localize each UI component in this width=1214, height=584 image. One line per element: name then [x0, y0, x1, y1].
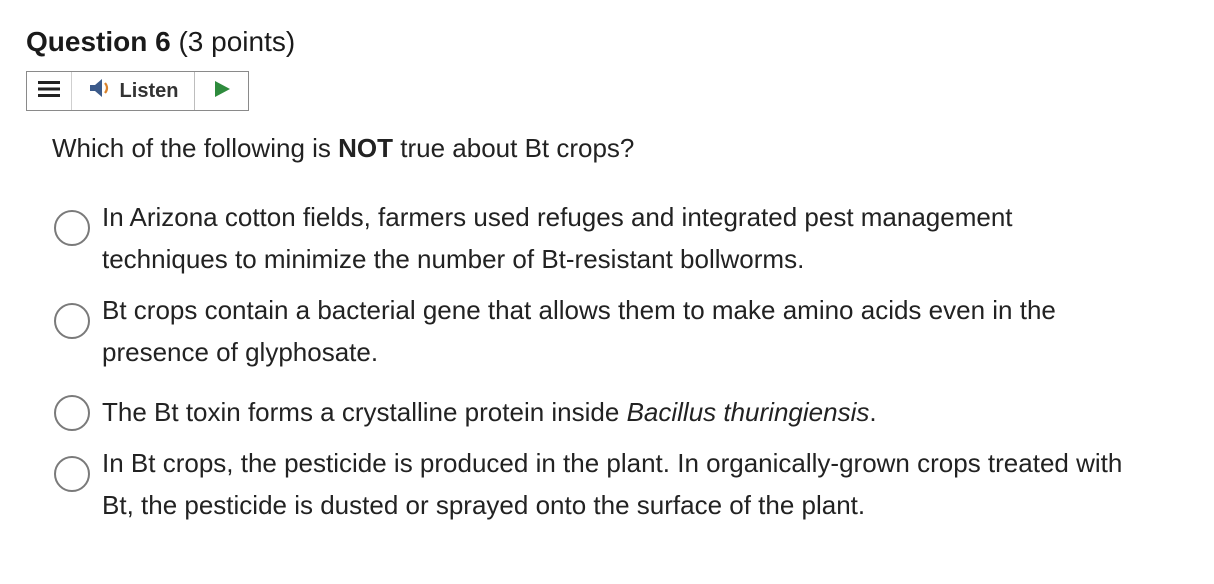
- readspeaker-toolbar: Listen: [26, 71, 249, 111]
- answer-option-2[interactable]: Bt crops contain a bacterial gene that a…: [54, 289, 1154, 373]
- play-icon: [213, 80, 231, 103]
- radio-button-option-1[interactable]: [54, 210, 90, 246]
- question-header: Question 6 (3 points): [26, 22, 295, 62]
- radio-button-option-3[interactable]: [54, 395, 90, 431]
- quiz-page: Question 6 (3 points) Listen Which of th…: [0, 0, 1214, 584]
- option-2-text: Bt crops contain a bacterial gene that a…: [102, 295, 1056, 367]
- listen-label: Listen: [119, 79, 179, 102]
- option-3-text: The Bt toxin forms a crystalline protein…: [102, 391, 1142, 433]
- prompt-emphasis: NOT: [338, 133, 394, 163]
- hamburger-menu-icon: [38, 80, 60, 103]
- question-title: Question 6: [26, 26, 171, 57]
- answer-option-3[interactable]: The Bt toxin forms a crystalline protein…: [54, 391, 1154, 433]
- option-3-text-italic: Bacillus thuringiensis: [626, 397, 870, 427]
- option-1-text: In Arizona cotton fields, farmers used r…: [102, 202, 1013, 274]
- listen-button[interactable]: Listen: [72, 72, 195, 110]
- toolbar-menu-button[interactable]: [27, 72, 72, 110]
- speaker-icon: [88, 77, 114, 105]
- prompt-text-before: Which of the following is: [52, 133, 339, 163]
- radio-button-option-2[interactable]: [54, 303, 90, 339]
- question-points: (3 points): [178, 26, 296, 57]
- option-3-text-after: .: [869, 397, 877, 427]
- play-button[interactable]: [195, 72, 248, 110]
- prompt-text-after: true about Bt crops?: [393, 133, 635, 163]
- option-4-text: In Bt crops, the pesticide is produced i…: [102, 448, 1123, 520]
- answer-option-4[interactable]: In Bt crops, the pesticide is produced i…: [54, 442, 1154, 526]
- question-prompt: Which of the following is NOT true about…: [52, 128, 634, 168]
- radio-button-option-4[interactable]: [54, 456, 90, 492]
- answer-option-1[interactable]: In Arizona cotton fields, farmers used r…: [54, 196, 1154, 280]
- option-3-text-before: The Bt toxin forms a crystalline protein…: [102, 397, 627, 427]
